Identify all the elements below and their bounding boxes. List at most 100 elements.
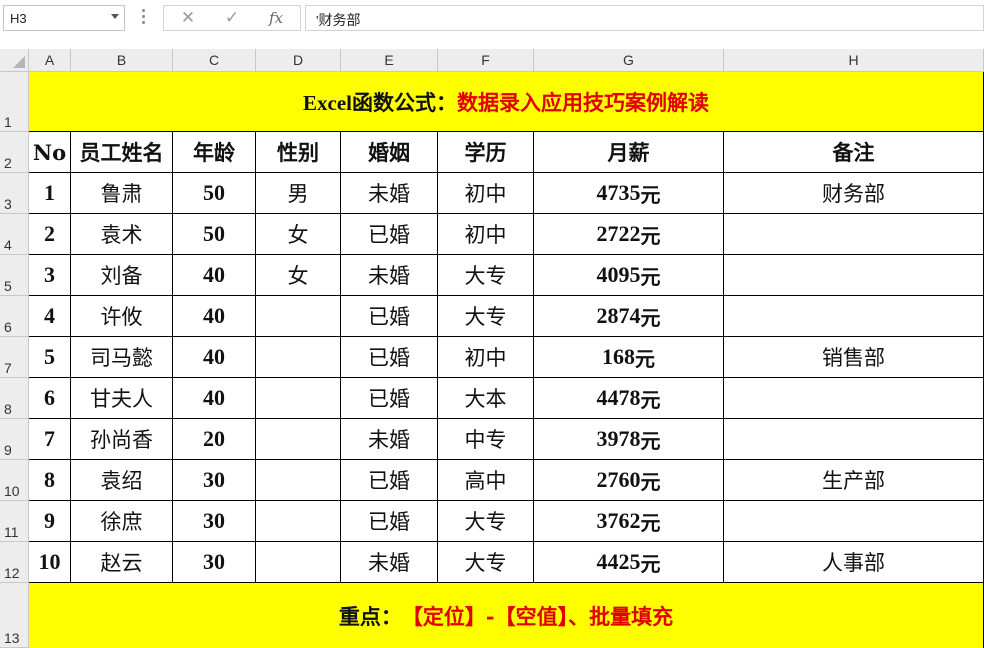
row-header-12[interactable]: 12	[0, 542, 29, 583]
cell-marital[interactable]: 未婚	[341, 255, 438, 296]
cell-education[interactable]: 大专	[438, 501, 534, 542]
cell-no[interactable]: 8	[29, 460, 71, 501]
cell-salary[interactable]: 4095 元	[534, 255, 724, 296]
cell-note[interactable]: 生产部	[724, 460, 984, 501]
cell-education[interactable]: 初中	[438, 173, 534, 214]
header-cell-gender[interactable]: 性别	[256, 132, 341, 173]
cell-salary[interactable]: 3762 元	[534, 501, 724, 542]
cell-note[interactable]: 人事部	[724, 542, 984, 583]
cell-age[interactable]: 50	[173, 214, 256, 255]
formula-input[interactable]: '财务部	[305, 5, 984, 31]
cell-gender[interactable]	[256, 460, 341, 501]
cell-education[interactable]: 高中	[438, 460, 534, 501]
row-header-3[interactable]: 3	[0, 173, 29, 214]
cell-no[interactable]: 3	[29, 255, 71, 296]
cell-name[interactable]: 赵云	[71, 542, 173, 583]
cell-no[interactable]: 6	[29, 378, 71, 419]
cancel-icon[interactable]: ✕	[176, 8, 200, 28]
cell-name[interactable]: 徐庶	[71, 501, 173, 542]
more-options-icon[interactable]	[142, 9, 146, 29]
cell-education[interactable]: 大专	[438, 542, 534, 583]
cell-salary[interactable]: 2760 元	[534, 460, 724, 501]
row-header-8[interactable]: 8	[0, 378, 29, 419]
cell-note[interactable]	[724, 419, 984, 460]
row-header-7[interactable]: 7	[0, 337, 29, 378]
cell-note[interactable]	[724, 378, 984, 419]
cell-age[interactable]: 20	[173, 419, 256, 460]
cell-education[interactable]: 初中	[438, 337, 534, 378]
cell-name[interactable]: 许攸	[71, 296, 173, 337]
cell-marital[interactable]: 已婚	[341, 378, 438, 419]
name-box[interactable]: H3	[3, 5, 125, 31]
header-cell-note[interactable]: 备注	[724, 132, 984, 173]
cell-no[interactable]: 10	[29, 542, 71, 583]
cell-gender[interactable]: 男	[256, 173, 341, 214]
cell-age[interactable]: 30	[173, 460, 256, 501]
cell-marital[interactable]: 未婚	[341, 542, 438, 583]
row-header-13[interactable]: 13	[0, 583, 29, 648]
cell-marital[interactable]: 已婚	[341, 460, 438, 501]
cell-gender[interactable]	[256, 501, 341, 542]
cell-education[interactable]: 中专	[438, 419, 534, 460]
cell-no[interactable]: 4	[29, 296, 71, 337]
column-header-e[interactable]: E	[341, 49, 438, 72]
cell-marital[interactable]: 已婚	[341, 337, 438, 378]
cell-name[interactable]: 甘夫人	[71, 378, 173, 419]
cell-gender[interactable]	[256, 378, 341, 419]
cell-salary[interactable]: 168 元	[534, 337, 724, 378]
row-header-5[interactable]: 5	[0, 255, 29, 296]
row-header-4[interactable]: 4	[0, 214, 29, 255]
footer-banner[interactable]: 重点： 【定位】-【空值】、批量填充	[29, 583, 984, 648]
cell-gender[interactable]: 女	[256, 255, 341, 296]
cell-marital[interactable]: 已婚	[341, 214, 438, 255]
title-banner[interactable]: Excel函数公式： 数据录入应用技巧案例解读	[29, 72, 984, 132]
select-all-button[interactable]	[0, 49, 29, 72]
cell-age[interactable]: 30	[173, 542, 256, 583]
cell-age[interactable]: 30	[173, 501, 256, 542]
cell-salary[interactable]: 4735 元	[534, 173, 724, 214]
cell-no[interactable]: 9	[29, 501, 71, 542]
cell-marital[interactable]: 未婚	[341, 173, 438, 214]
column-header-h[interactable]: H	[724, 49, 984, 72]
cell-salary[interactable]: 2874 元	[534, 296, 724, 337]
cell-no[interactable]: 2	[29, 214, 71, 255]
cell-name[interactable]: 刘备	[71, 255, 173, 296]
cell-marital[interactable]: 已婚	[341, 501, 438, 542]
cell-note[interactable]: 财务部	[724, 173, 984, 214]
cell-marital[interactable]: 已婚	[341, 296, 438, 337]
column-header-f[interactable]: F	[438, 49, 534, 72]
cell-name[interactable]: 袁术	[71, 214, 173, 255]
column-header-g[interactable]: G	[534, 49, 724, 72]
cell-name[interactable]: 鲁肃	[71, 173, 173, 214]
cell-age[interactable]: 50	[173, 173, 256, 214]
row-header-6[interactable]: 6	[0, 296, 29, 337]
cell-name[interactable]: 孙尚香	[71, 419, 173, 460]
cell-education[interactable]: 大专	[438, 255, 534, 296]
cell-gender[interactable]	[256, 542, 341, 583]
cell-no[interactable]: 7	[29, 419, 71, 460]
row-header-10[interactable]: 10	[0, 460, 29, 501]
cell-education[interactable]: 初中	[438, 214, 534, 255]
cell-note[interactable]	[724, 214, 984, 255]
cell-note[interactable]	[724, 296, 984, 337]
cell-gender[interactable]	[256, 337, 341, 378]
cell-salary[interactable]: 2722 元	[534, 214, 724, 255]
cell-salary[interactable]: 3978 元	[534, 419, 724, 460]
cell-note[interactable]	[724, 255, 984, 296]
cell-age[interactable]: 40	[173, 255, 256, 296]
cell-note[interactable]: 销售部	[724, 337, 984, 378]
row-header-11[interactable]: 11	[0, 501, 29, 542]
column-header-c[interactable]: C	[173, 49, 256, 72]
check-icon[interactable]: ✓	[220, 8, 244, 28]
cell-name[interactable]: 袁绍	[71, 460, 173, 501]
cell-marital[interactable]: 未婚	[341, 419, 438, 460]
cell-gender[interactable]	[256, 419, 341, 460]
row-header-2[interactable]: 2	[0, 132, 29, 173]
cell-age[interactable]: 40	[173, 378, 256, 419]
column-header-d[interactable]: D	[256, 49, 341, 72]
header-cell-age[interactable]: 年龄	[173, 132, 256, 173]
cell-no[interactable]: 5	[29, 337, 71, 378]
chevron-down-icon[interactable]	[111, 14, 119, 19]
cell-age[interactable]: 40	[173, 296, 256, 337]
cell-education[interactable]: 大本	[438, 378, 534, 419]
